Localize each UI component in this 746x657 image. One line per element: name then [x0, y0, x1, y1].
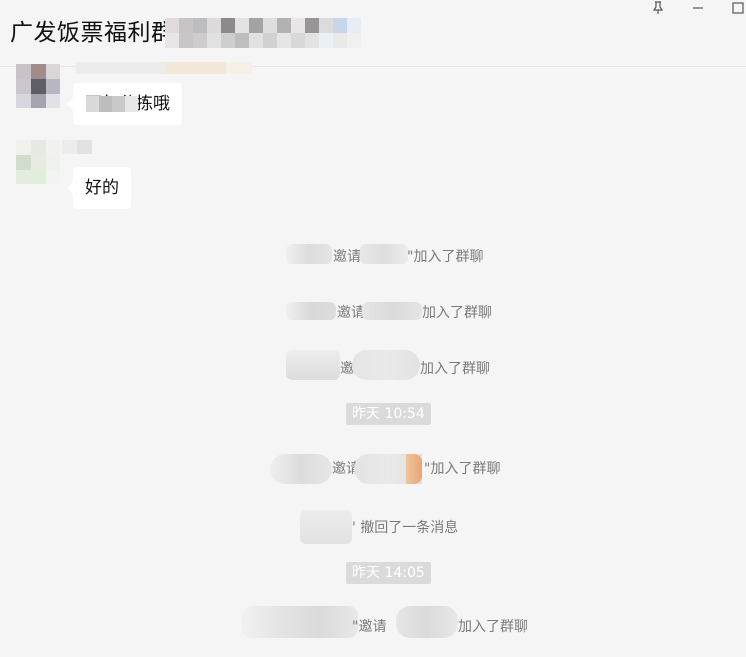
- pin-button[interactable]: [650, 0, 666, 16]
- redacted-name: [286, 350, 340, 380]
- system-message: "加入了群聊: [407, 249, 484, 265]
- system-message: 邀请: [333, 249, 361, 265]
- avatar[interactable]: [16, 64, 60, 108]
- system-message: 加入了群聊: [420, 361, 490, 377]
- redacted-bubble-part: [86, 96, 138, 112]
- chat-title[interactable]: 广发饭票福利群: [10, 13, 175, 47]
- redacted-name: [300, 510, 352, 544]
- minimize-icon: [693, 7, 703, 9]
- message-text: 好的: [85, 178, 119, 198]
- redacted-name: [396, 606, 458, 638]
- timestamp: 昨天 10:54: [346, 403, 431, 425]
- system-message: "加入了群聊: [424, 461, 501, 477]
- redacted-title-mosaic: [165, 18, 361, 48]
- maximize-button[interactable]: [730, 0, 746, 16]
- message-bubble[interactable]: 好的: [67, 167, 131, 209]
- pin-icon: [652, 1, 664, 14]
- redacted-name: [360, 244, 408, 264]
- minimize-button[interactable]: [690, 0, 706, 16]
- system-message: 加入了群聊: [458, 619, 528, 635]
- avatar[interactable]: [16, 140, 60, 184]
- maximize-icon: [732, 2, 744, 14]
- system-message: 邀请: [337, 305, 365, 321]
- redacted-name: [270, 454, 332, 484]
- system-message: 加入了群聊: [422, 305, 492, 321]
- redacted-name: [286, 302, 336, 320]
- timestamp: 昨天 14:05: [346, 562, 431, 584]
- system-message: "邀请: [352, 619, 387, 635]
- redacted-avatar-fragment: [406, 454, 422, 484]
- message-list[interactable]: 下午分拣哦 好的 邀请 "加入了群聊: [0, 62, 746, 657]
- redacted-sender-name: [62, 140, 92, 154]
- chat-header: 广发饭票福利群: [0, 0, 746, 67]
- redacted-name: [242, 606, 358, 638]
- system-message: ' 撤回了一条消息: [352, 520, 459, 536]
- redacted-name: [286, 244, 332, 264]
- redacted-name: [352, 350, 420, 380]
- redacted-name: [362, 302, 422, 320]
- redacted-sender-name: [76, 62, 252, 74]
